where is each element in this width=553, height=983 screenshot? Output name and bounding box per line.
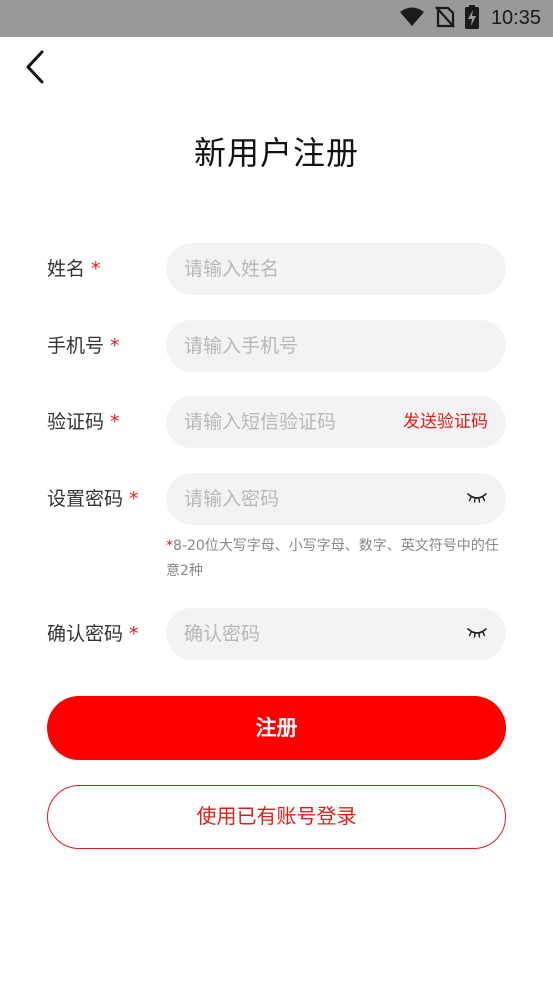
code-label: 验证码 *	[47, 396, 120, 448]
password-input[interactable]	[184, 473, 454, 525]
password-label-text: 设置密码	[47, 488, 124, 510]
wifi-icon	[399, 7, 425, 31]
confirm-input-box[interactable]	[166, 608, 506, 660]
phone-input-box[interactable]	[166, 320, 506, 372]
name-label: 姓名 *	[47, 243, 101, 295]
password-input-box[interactable]	[166, 473, 506, 525]
send-code-button[interactable]: 发送验证码	[403, 396, 488, 448]
code-row: 验证码* 发送验证码	[0, 396, 553, 448]
phone-input[interactable]	[184, 320, 488, 372]
battery-charging-icon	[464, 4, 479, 33]
password-hint: *8-20位大写字母、小写字母、数字、英文符号中的任意2种	[166, 534, 506, 584]
code-input[interactable]	[184, 396, 384, 448]
name-row: 姓名 *	[0, 243, 553, 295]
status-icons: 10:35	[399, 0, 541, 37]
confirm-label: 确认密码 *	[47, 608, 139, 660]
chevron-left-icon	[24, 50, 46, 88]
name-input[interactable]	[184, 243, 488, 295]
phone-row: 手机号 *	[0, 320, 553, 372]
hint-star: *	[166, 538, 173, 554]
no-sim-icon	[435, 5, 455, 32]
back-button[interactable]	[18, 50, 52, 88]
required-mark: *	[129, 623, 139, 645]
code-input-box[interactable]: 发送验证码	[166, 396, 506, 448]
name-label-text: 姓名	[47, 258, 86, 280]
confirm-row: 确认密码 *	[0, 608, 553, 660]
confirm-label-text: 确认密码	[47, 623, 124, 645]
password-label: 设置密码 *	[47, 473, 139, 525]
status-time: 10:35	[490, 7, 541, 29]
eye-closed-icon[interactable]	[466, 625, 488, 641]
login-existing-button[interactable]: 使用已有账号登录	[47, 785, 506, 849]
phone-label-text: 手机号	[47, 335, 105, 357]
register-button[interactable]: 注册	[47, 696, 506, 760]
page-title: 新用户注册	[193, 134, 359, 172]
required-mark: *	[110, 411, 120, 433]
phone-label: 手机号 *	[47, 320, 120, 372]
eye-closed-icon[interactable]	[466, 490, 488, 506]
required-mark: *	[91, 258, 101, 280]
required-mark: *	[110, 335, 120, 357]
code-label-text: 验证码	[47, 411, 105, 433]
confirm-input[interactable]	[184, 608, 454, 660]
required-mark: *	[129, 488, 139, 510]
status-bar: 10:35	[0, 0, 553, 37]
password-row: 设置密码 *	[0, 473, 553, 525]
hint-text: 8-20位大写字母、小写字母、数字、英文符号中的任意2种	[166, 538, 499, 579]
name-input-box[interactable]	[166, 243, 506, 295]
